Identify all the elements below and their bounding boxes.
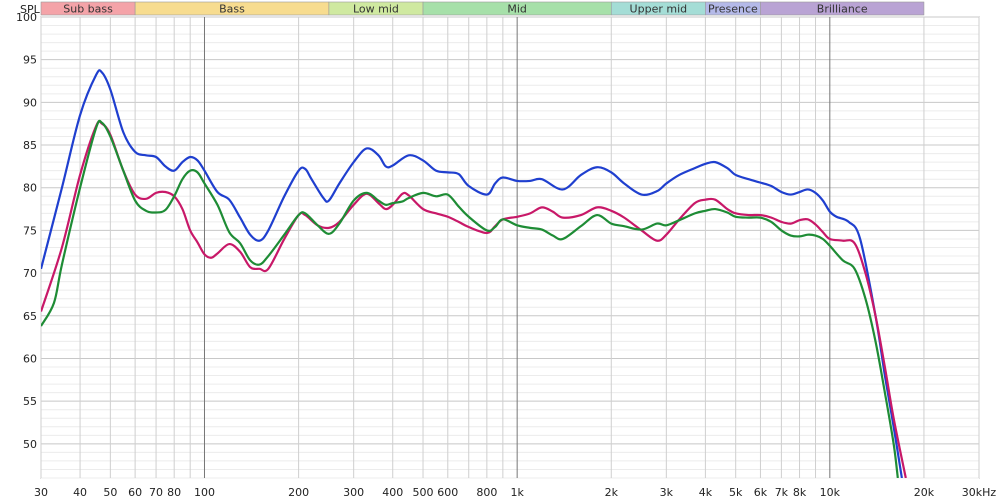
x-tick-label: 800 [476, 486, 497, 499]
x-tick-label: 70 [149, 486, 163, 499]
x-tick-label: 40 [73, 486, 87, 499]
band-label-2: Low mid [353, 3, 399, 16]
x-tick-label: 1k [510, 486, 524, 499]
x-tick-label: 20k [914, 486, 935, 499]
x-tick-label: 4k [699, 486, 713, 499]
y-tick-label: 95 [23, 54, 37, 67]
x-tick-label: 200 [288, 486, 309, 499]
x-tick-label: 300 [343, 486, 364, 499]
band-label-1: Bass [219, 3, 245, 16]
y-tick-label: 55 [23, 395, 37, 408]
x-tick-label: 3k [660, 486, 674, 499]
y-tick-label: 65 [23, 310, 37, 323]
x-tick-label: 30 [34, 486, 48, 499]
y-tick-label: 60 [23, 352, 37, 365]
x-tick-label: 50 [103, 486, 117, 499]
x-tick-label: 30kHz [962, 486, 997, 499]
x-tick-label: 2k [605, 486, 619, 499]
y-tick-label: 80 [23, 182, 37, 195]
x-tick-label: 10k [820, 486, 841, 499]
y-tick-label: 85 [23, 139, 37, 152]
y-tick-label: 50 [23, 438, 37, 451]
band-label-0: Sub bass [63, 3, 113, 16]
band-label-5: Presence [708, 3, 758, 16]
x-tick-label: 400 [382, 486, 403, 499]
x-tick-label: 7k [775, 486, 789, 499]
y-tick-label: 75 [23, 224, 37, 237]
frequency-response-chart: Sub bass Bass Low mid Mid Upper mid Presence B… [16, 1, 996, 499]
y-axis-ticks: 100 95 90 85 80 75 70 65 60 55 50 [16, 11, 37, 451]
x-tick-label: 80 [167, 486, 181, 499]
y-tick-label: 100 [16, 11, 37, 24]
x-tick-label: 500 [413, 486, 434, 499]
x-tick-label: 600 [437, 486, 458, 499]
y-tick-label: 70 [23, 267, 37, 280]
frequency-bands-bar: Sub bass Bass Low mid Mid Upper mid Presence B… [40, 1, 925, 16]
x-tick-label: 5k [729, 486, 743, 499]
band-label-3: Mid [507, 3, 527, 16]
x-axis-ticks: 30 40 50 60 70 80 100 200 300 400 500 600 800 1k 2k 3k 4… [34, 486, 996, 499]
band-label-6: Brilliance [817, 3, 868, 16]
x-tick-label: 60 [128, 486, 142, 499]
x-tick-label: 100 [194, 486, 215, 499]
grid [40, 16, 980, 479]
band-label-4: Upper mid [630, 3, 688, 16]
x-tick-label: 8k [793, 486, 807, 499]
y-tick-label: 90 [23, 96, 37, 109]
x-tick-label: 6k [754, 486, 768, 499]
